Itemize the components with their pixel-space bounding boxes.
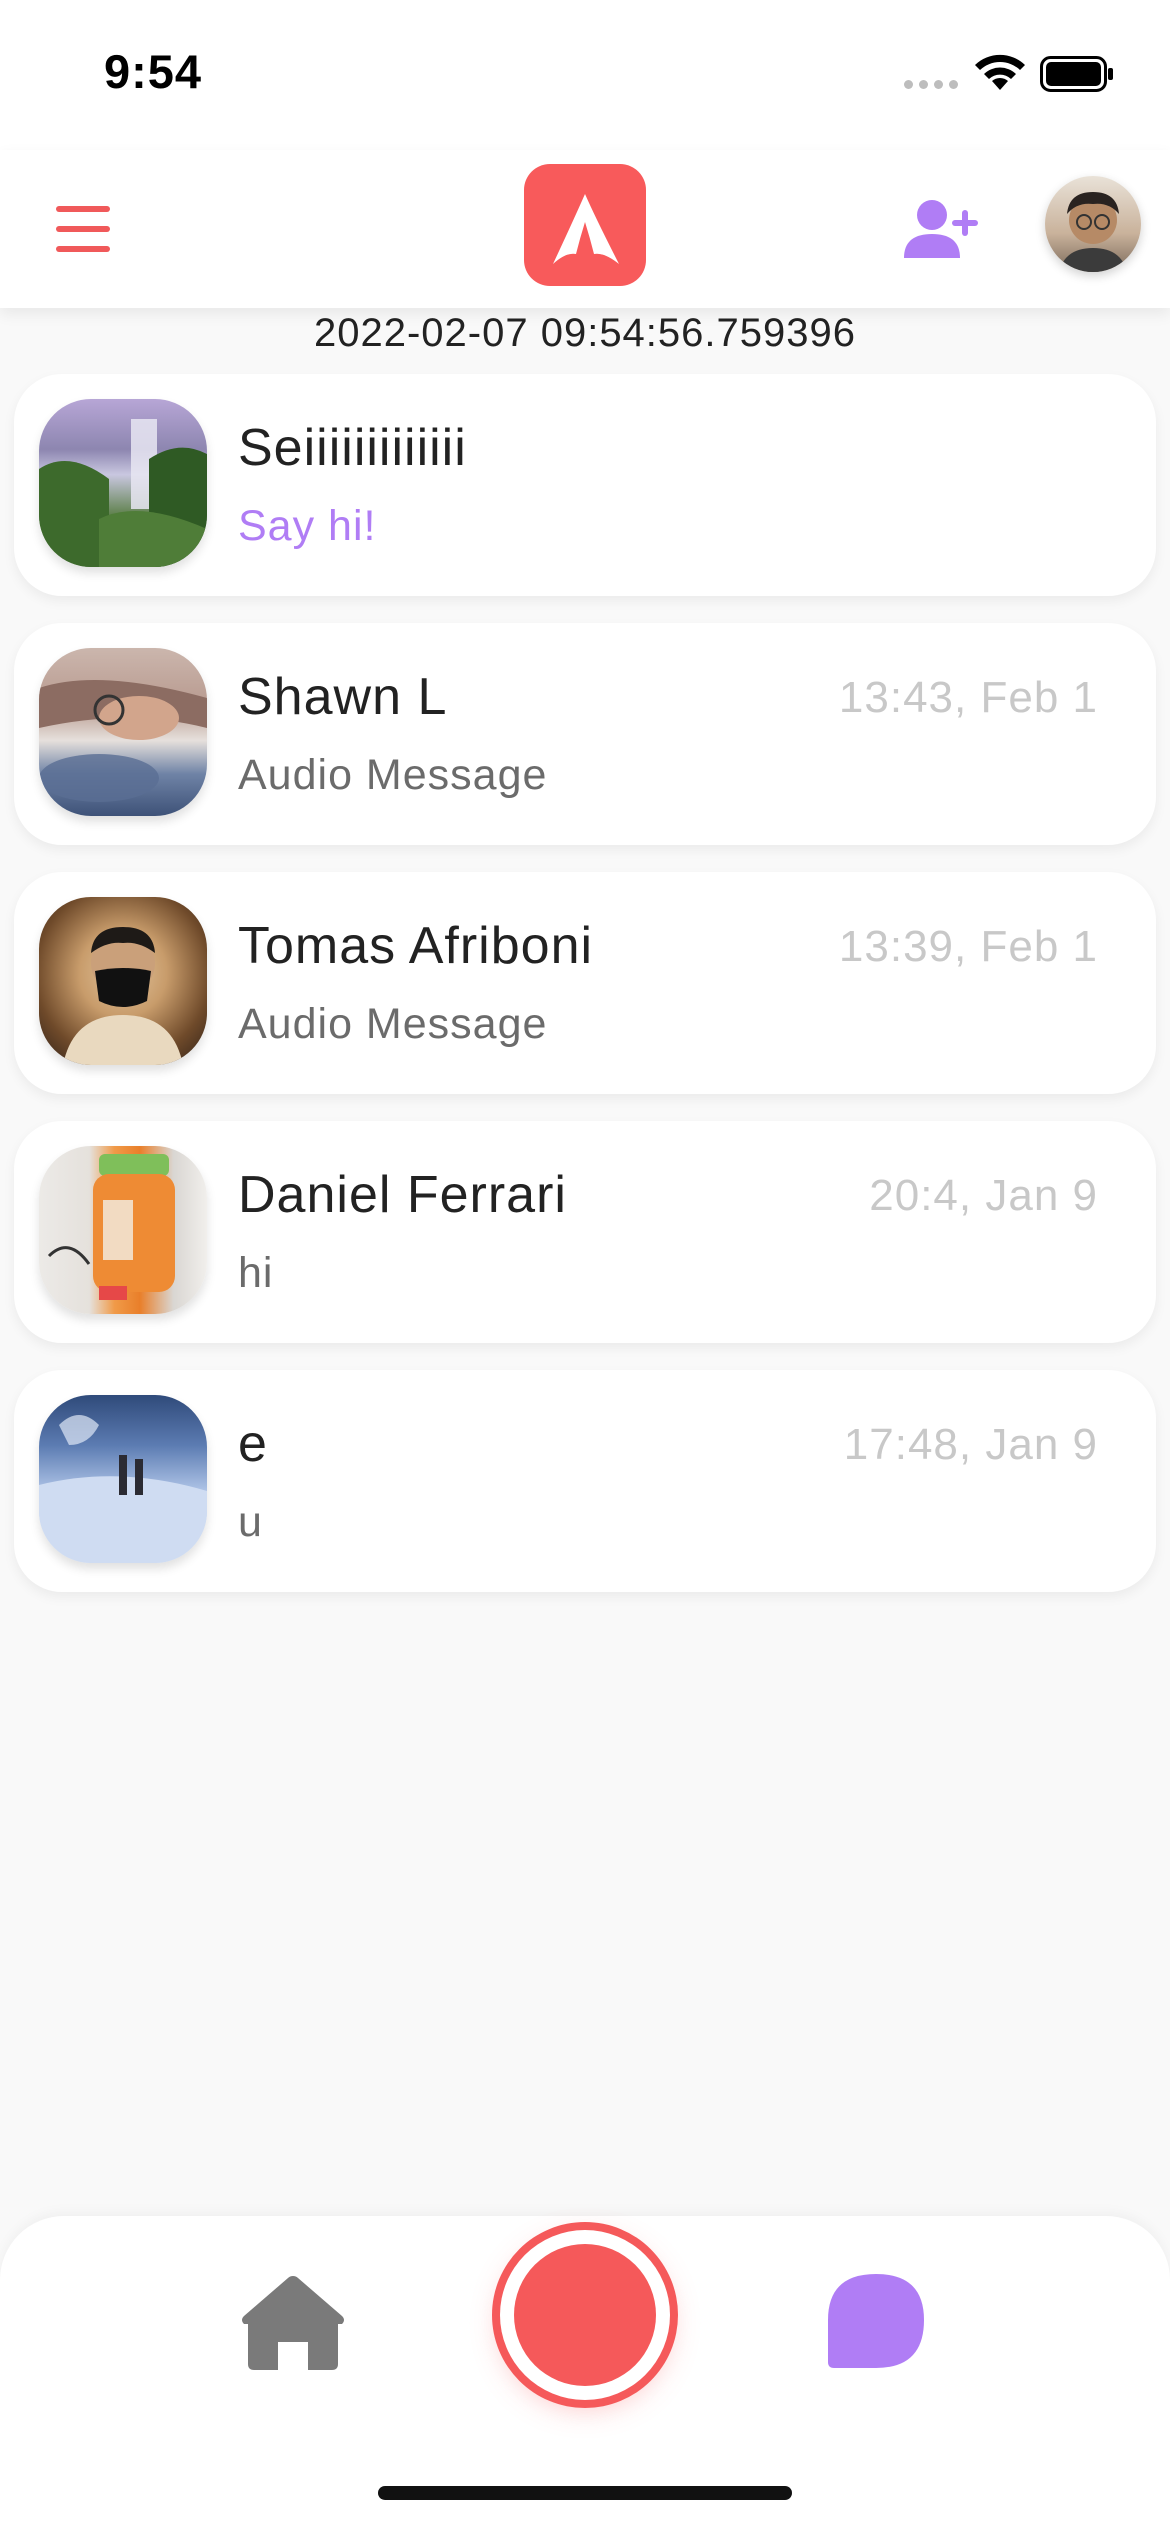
chat-name: Shawn L xyxy=(238,668,448,726)
timestamp-banner: 2022-02-07 09:54:56.759396 xyxy=(313,311,856,355)
chat-name: Seiiiiiiiiiiiii xyxy=(238,419,467,477)
app-header xyxy=(0,150,1170,308)
app-logo-icon xyxy=(524,164,646,286)
chat-name: e xyxy=(238,1415,268,1473)
profile-avatar[interactable] xyxy=(1045,176,1141,272)
home-icon[interactable] xyxy=(240,2272,346,2372)
add-user-icon[interactable] xyxy=(904,198,980,260)
cellular-signal-icon xyxy=(904,80,958,89)
chat-avatar xyxy=(39,648,207,816)
chat-bubble-icon[interactable] xyxy=(826,2272,926,2372)
battery-icon xyxy=(1040,56,1113,92)
chat-name: Tomas Afriboni xyxy=(238,917,594,975)
chat-item[interactable]: Tomas Afriboni 13:39, Feb 1 Audio Messag… xyxy=(14,872,1156,1094)
chat-preview: Say hi! xyxy=(238,502,377,550)
chat-time: 20:4, Jan 9 xyxy=(869,1171,1098,1220)
chat-avatar xyxy=(39,1395,207,1563)
chat-preview: Audio Message xyxy=(238,751,548,799)
chat-avatar xyxy=(39,399,207,567)
chat-list: Seiiiiiiiiiiiii Say hi! Shawn L 13:43, F… xyxy=(14,374,1156,1619)
chat-item[interactable]: e 17:48, Jan 9 u xyxy=(14,1370,1156,1592)
chat-avatar xyxy=(39,897,207,1065)
chat-preview: Audio Message xyxy=(238,1000,548,1048)
chat-name: Daniel Ferrari xyxy=(238,1166,567,1224)
record-button[interactable] xyxy=(500,2230,670,2400)
hamburger-menu-icon[interactable] xyxy=(52,204,116,254)
chat-time: 13:43, Feb 1 xyxy=(838,673,1098,722)
chat-preview: u xyxy=(238,1498,263,1546)
status-bar: 9:54 xyxy=(0,0,1170,150)
wifi-icon xyxy=(975,54,1025,90)
chat-time: 13:39, Feb 1 xyxy=(838,922,1098,971)
bottom-nav xyxy=(0,2216,1170,2532)
chat-item[interactable]: Shawn L 13:43, Feb 1 Audio Message xyxy=(14,623,1156,845)
chat-avatar xyxy=(39,1146,207,1314)
status-time: 9:54 xyxy=(104,45,203,98)
chat-item[interactable]: Seiiiiiiiiiiiii Say hi! xyxy=(14,374,1156,596)
chat-item[interactable]: Daniel Ferrari 20:4, Jan 9 hi xyxy=(14,1121,1156,1343)
chat-preview: hi xyxy=(238,1249,274,1297)
chat-time: 17:48, Jan 9 xyxy=(843,1420,1098,1469)
home-indicator xyxy=(378,2486,792,2500)
